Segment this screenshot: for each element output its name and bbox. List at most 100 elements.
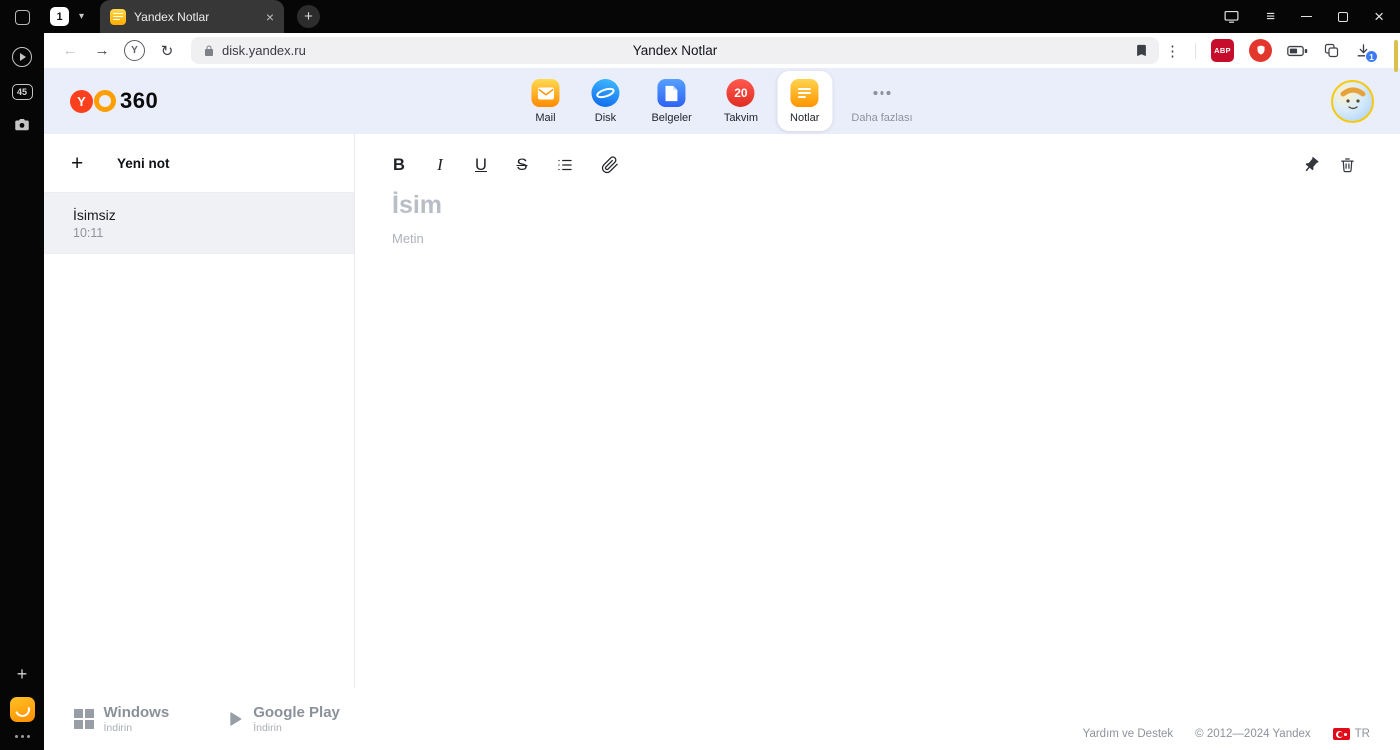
screenshot-icon[interactable] (13, 116, 31, 134)
browser-tab[interactable]: Yandex Notlar × (100, 0, 285, 33)
forward-button[interactable]: → (86, 42, 118, 59)
user-avatar[interactable] (1331, 79, 1374, 123)
new-tab-button[interactable]: + (297, 5, 321, 28)
footer-links: Yardım ve Destek © 2012—2024 Yandex TR (1083, 728, 1370, 740)
bold-button[interactable]: B (392, 156, 406, 175)
tab-list-chevron-icon[interactable]: ▾ (79, 11, 84, 22)
shield-extension-icon[interactable] (1249, 39, 1272, 62)
address-bar[interactable]: disk.yandex.ru Yandex Notlar (191, 37, 1159, 64)
disk-icon (591, 79, 620, 107)
maximize-button[interactable] (1338, 11, 1349, 22)
extensions-area: ⋮ ABP 1 (1165, 39, 1378, 63)
rail-more-button[interactable] (14, 735, 30, 738)
bookmark-icon[interactable] (1134, 43, 1149, 58)
service-label: Disk (594, 112, 617, 124)
gplay-title: Google Play (253, 704, 340, 721)
scrollbar-thumb[interactable] (1394, 40, 1398, 72)
screen-share-icon[interactable] (1223, 8, 1240, 25)
services-nav: Mail Disk Belgeler 20 Takvim Notlar Daha… (518, 71, 925, 131)
window-titlebar: 1 ▾ Yandex Notlar × + ≡ × (44, 0, 1400, 33)
yandex-logo-icon: Y (70, 89, 93, 113)
gplay-subtitle: İndirin (253, 722, 282, 734)
service-notes[interactable]: Notlar (777, 71, 833, 131)
notes-list-panel: + Yeni not İsimsiz 10:11 (44, 134, 355, 688)
strikethrough-button[interactable]: S (515, 156, 529, 175)
browser-menu-icon[interactable]: ≡ (1266, 8, 1275, 25)
page-footer: Windows İndirin Google Play İndirin Yard… (44, 688, 1400, 750)
sidebar-toggle-icon[interactable] (14, 10, 30, 25)
browser-toolbar: ← → Y ↻ disk.yandex.ru Yandex Notlar ⋮ A… (44, 33, 1400, 68)
attach-file-button[interactable] (601, 156, 619, 174)
note-list-item[interactable]: İsimsiz 10:11 (44, 193, 354, 254)
language-label: TR (1354, 728, 1370, 740)
language-selector[interactable]: TR (1332, 728, 1370, 740)
yandex-launcher-icon[interactable] (9, 697, 35, 722)
windows-download-link[interactable]: Windows İndirin (74, 704, 169, 734)
toolbar-divider (1195, 42, 1196, 59)
windows-logo-icon (74, 709, 94, 729)
tab-title: Yandex Notlar (134, 9, 210, 24)
copyright-text: © 2012—2024 Yandex (1195, 728, 1311, 740)
note-body-placeholder[interactable]: Metin (392, 231, 1356, 246)
collections-icon[interactable] (1323, 42, 1340, 59)
note-title-placeholder[interactable]: İsim (392, 191, 1356, 220)
downloads-button[interactable]: 1 (1355, 42, 1378, 63)
service-label: Belgeler (651, 112, 692, 124)
google-play-icon (230, 712, 242, 726)
logo-360-text: 360 (120, 88, 159, 113)
tabs-count-badge[interactable]: 45 (11, 84, 33, 100)
video-player-icon[interactable] (12, 47, 32, 67)
service-label: Mail (535, 112, 556, 124)
italic-button[interactable]: I (433, 155, 447, 175)
turkish-flag-icon (1332, 728, 1350, 740)
windows-subtitle: İndirin (103, 722, 133, 734)
tab-favicon-notes-icon (110, 8, 127, 25)
notes-icon (790, 79, 819, 107)
back-button[interactable]: ← (54, 42, 86, 59)
pin-note-button[interactable] (1302, 156, 1320, 174)
google-play-download-link[interactable]: Google Play İndirin (227, 704, 340, 734)
service-more[interactable]: Daha fazlası (838, 71, 925, 131)
yandex-360-page: Y 360 Mail Disk Belgeler 20 Takvim Notla… (44, 68, 1400, 750)
service-label: Daha fazlası (851, 112, 913, 124)
windows-title: Windows (103, 704, 170, 721)
more-dots-icon (868, 79, 896, 107)
new-note-button[interactable]: + Yeni not (44, 134, 354, 193)
omnibox-page-title: Yandex Notlar (632, 43, 718, 58)
yandex-360-header: Y 360 Mail Disk Belgeler 20 Takvim Notla… (44, 68, 1400, 134)
note-editor: B I U S İsim Metin (355, 134, 1400, 688)
calendar-icon: 20 (726, 79, 755, 107)
service-documents[interactable]: Belgeler (638, 71, 704, 131)
titlebar-controls: ≡ × (1223, 8, 1384, 25)
service-calendar[interactable]: 20 Takvim (711, 71, 771, 131)
plus-icon: + (71, 151, 84, 175)
rail-add-button[interactable]: + (17, 665, 28, 683)
browser-side-rail: 45 + (0, 0, 44, 750)
close-window-button[interactable]: × (1374, 8, 1384, 25)
adblock-plus-extension-icon[interactable]: ABP (1211, 39, 1234, 62)
note-actions (1302, 156, 1356, 174)
360-ring-icon (94, 90, 116, 112)
service-disk[interactable]: Disk (578, 71, 632, 131)
minimize-button[interactable] (1301, 15, 1313, 18)
tab-close-icon[interactable]: × (266, 10, 274, 24)
help-support-link[interactable]: Yardım ve Destek (1083, 728, 1174, 740)
lock-icon (205, 45, 213, 56)
battery-icon[interactable] (1287, 44, 1308, 58)
note-item-title: İsimsiz (73, 206, 116, 223)
note-format-toolbar: B I U S (392, 155, 1356, 175)
yandex-button[interactable]: Y (124, 40, 145, 61)
toolbar-menu-icon[interactable]: ⋮ (1165, 42, 1180, 60)
service-label: Takvim (723, 112, 759, 124)
service-mail[interactable]: Mail (518, 71, 572, 131)
bullet-list-button[interactable] (556, 156, 574, 174)
tab-counter-badge[interactable]: 1 (50, 7, 69, 26)
note-item-time: 10:11 (73, 225, 104, 240)
delete-note-button[interactable] (1339, 156, 1356, 174)
mail-icon (531, 79, 560, 107)
new-note-label: Yeni not (117, 155, 170, 171)
underline-button[interactable]: U (474, 156, 488, 175)
reload-button[interactable]: ↻ (151, 42, 183, 60)
yandex-360-logo[interactable]: Y 360 (70, 88, 158, 114)
documents-icon (657, 79, 686, 107)
